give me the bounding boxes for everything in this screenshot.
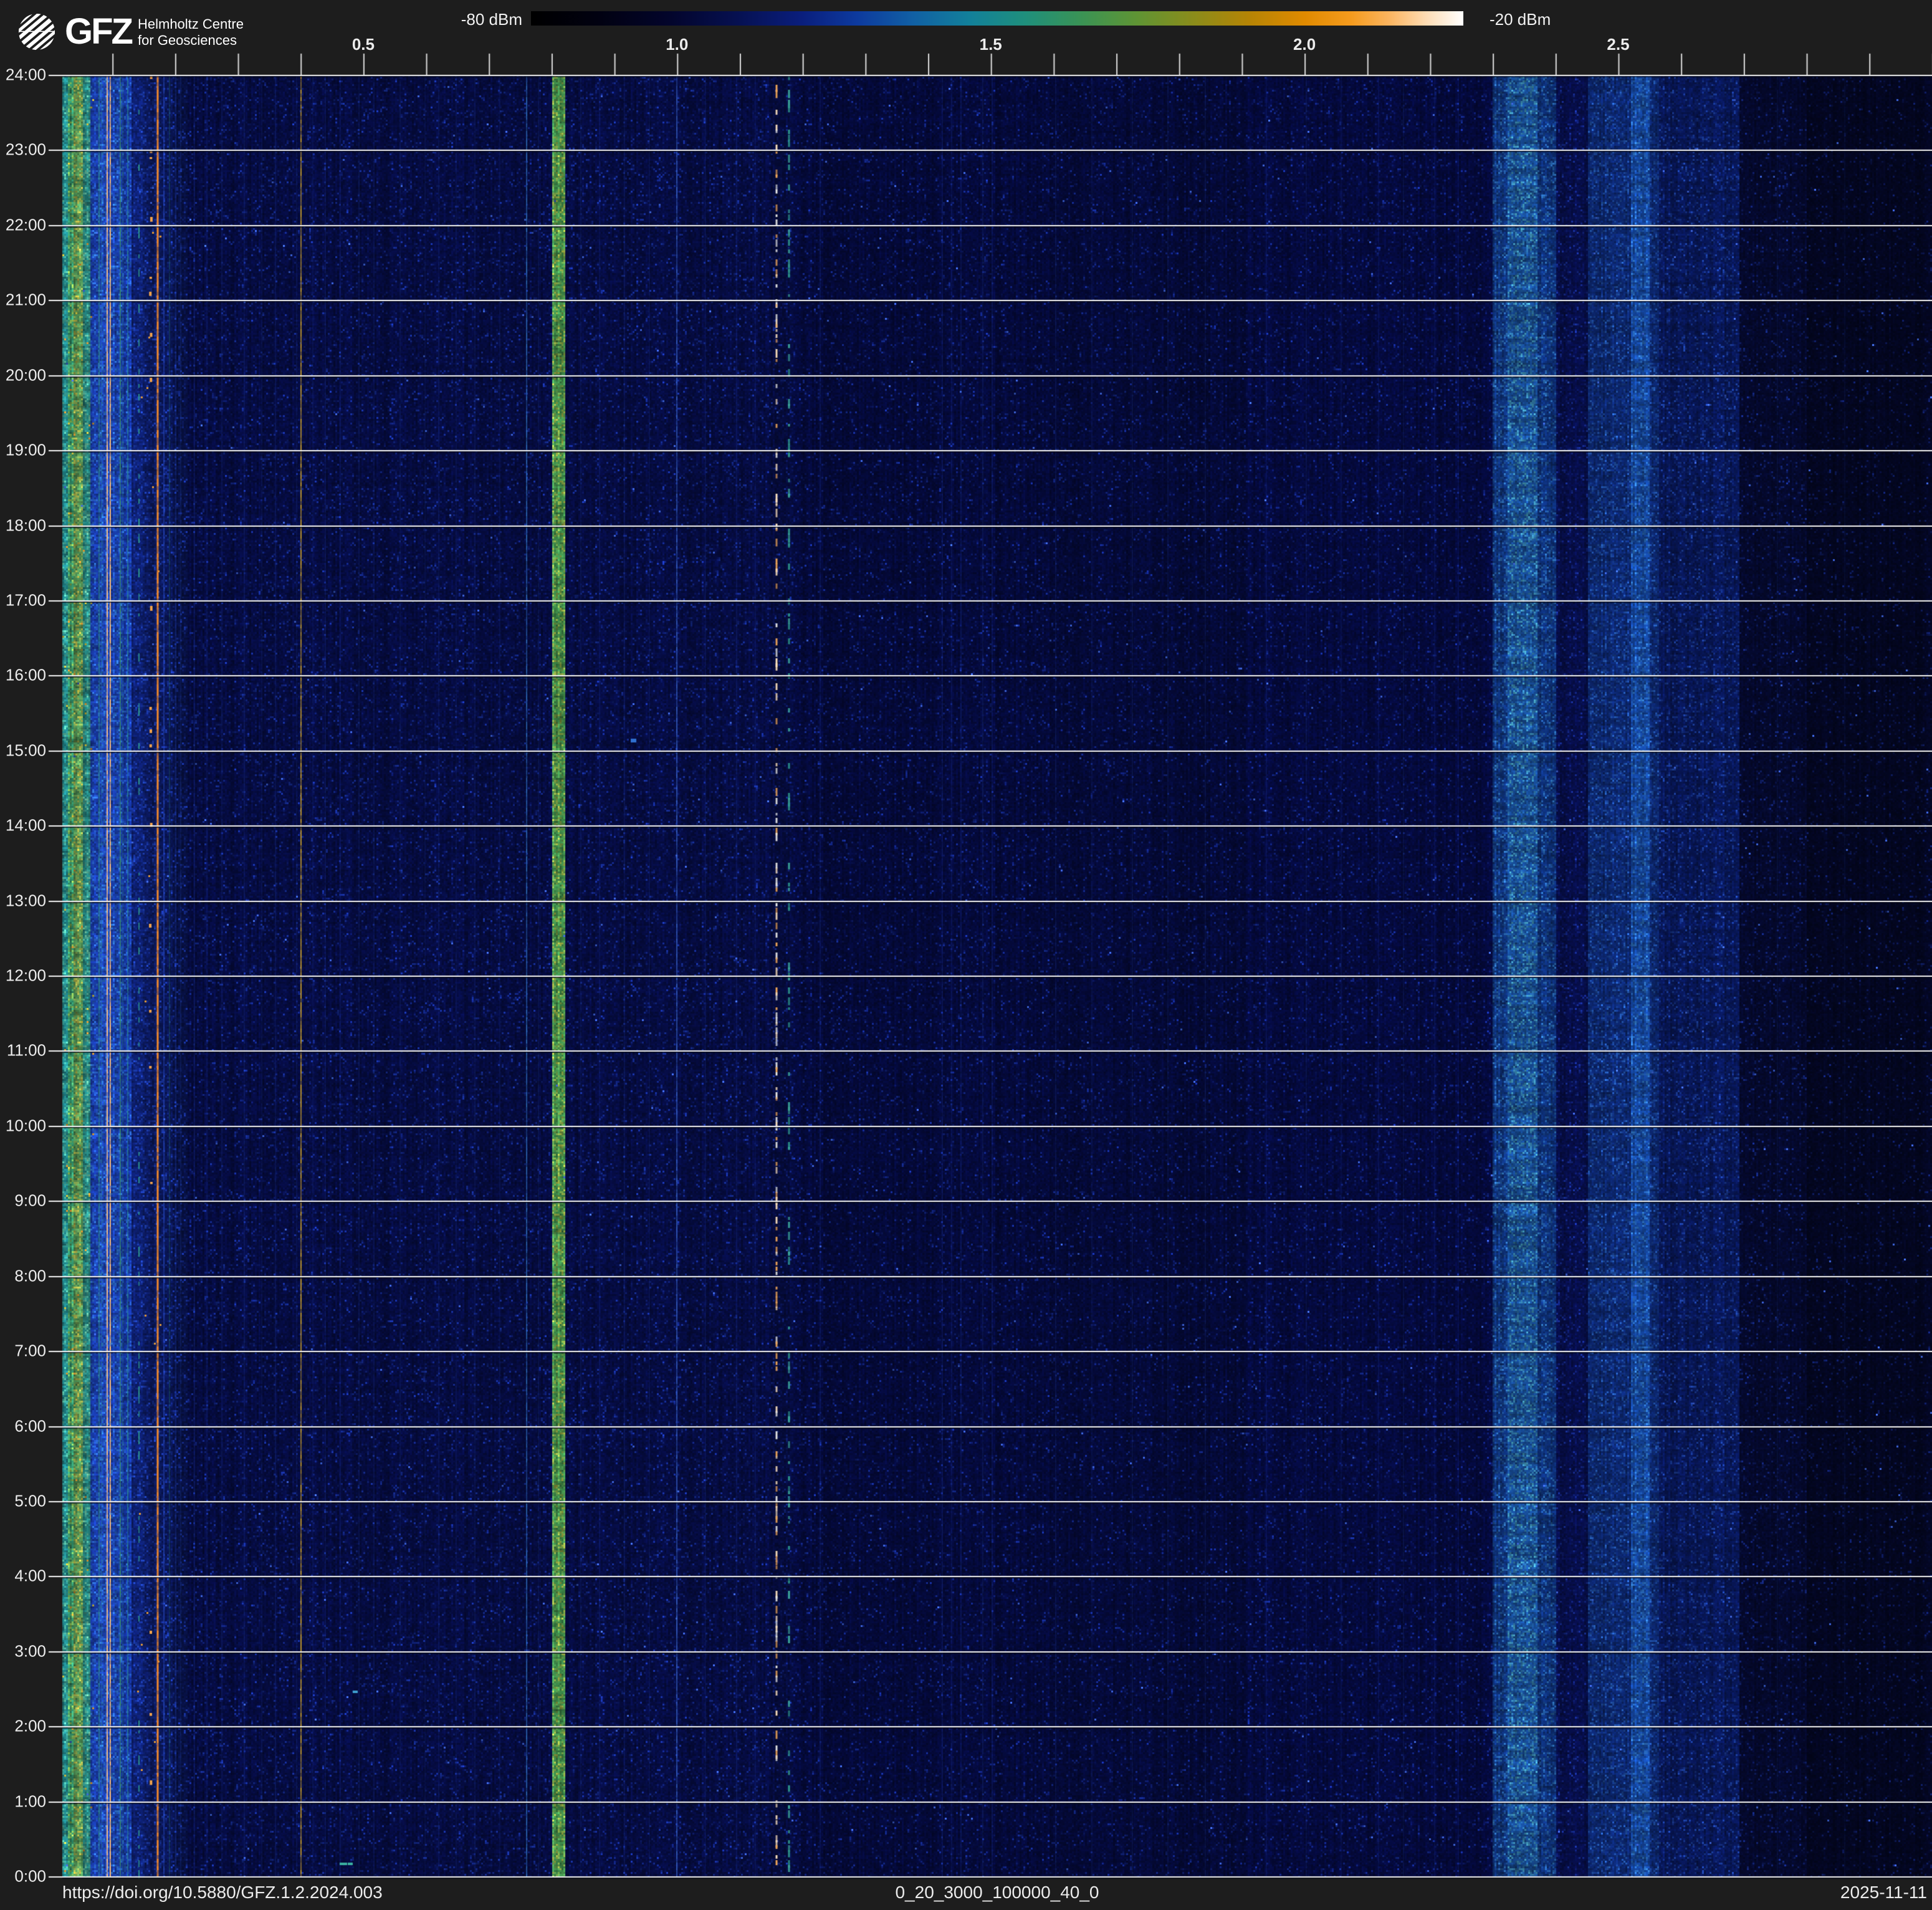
institute-line1: Helmholtz Centre (138, 16, 244, 32)
gfz-wordmark: GFZ (65, 14, 132, 50)
x-tick-label: 2.0 (1293, 35, 1316, 54)
gfz-logo: GFZ Helmholtz Centre for Geosciences (17, 12, 244, 51)
time-tick-label: 15:00 (6, 741, 46, 760)
time-tick-label: 10:00 (6, 1116, 46, 1135)
time-tick-label: 6:00 (14, 1416, 46, 1436)
doi-text: https://doi.org/10.5880/GFZ.1.2.2024.003 (62, 1883, 383, 1903)
x-tick-label: 0.5 (352, 35, 375, 54)
time-tick-label: 1:00 (14, 1792, 46, 1811)
x-tick-label: 1.5 (980, 35, 1002, 54)
time-tick-label: 9:00 (14, 1191, 46, 1211)
time-tick-label: 2:00 (14, 1717, 46, 1736)
colorbar-gradient (531, 11, 1463, 26)
time-tick-label: 23:00 (6, 140, 46, 160)
time-tick-label: 17:00 (6, 590, 46, 610)
time-tick-label: 12:00 (6, 966, 46, 986)
time-tick-label: 21:00 (6, 290, 46, 310)
time-tick-label: 18:00 (6, 516, 46, 535)
gfz-globe-icon (17, 12, 56, 51)
time-tick-label: 13:00 (6, 891, 46, 910)
spectrogram-canvas (0, 0, 1932, 1910)
colorbar-max-label: -20 dBm (1490, 10, 1551, 29)
time-tick-label: 22:00 (6, 215, 46, 234)
time-tick-label: 0:00 (14, 1867, 46, 1886)
x-tick-label: 2.5 (1607, 35, 1629, 54)
institute-line2: for Geosciences (138, 32, 244, 49)
institute-name: Helmholtz Centre for Geosciences (138, 16, 244, 49)
time-tick-label: 5:00 (14, 1491, 46, 1510)
colorbar-min-label: -80 dBm (461, 10, 522, 29)
spectrogram-page: GFZ Helmholtz Centre for Geosciences -80… (0, 0, 1932, 1910)
measurement-params-text: 0_20_3000_100000_40_0 (895, 1883, 1099, 1903)
time-tick-label: 19:00 (6, 441, 46, 460)
time-tick-label: 8:00 (14, 1266, 46, 1285)
time-tick-label: 3:00 (14, 1641, 46, 1661)
time-tick-label: 24:00 (6, 65, 46, 85)
time-tick-label: 4:00 (14, 1567, 46, 1586)
time-tick-label: 14:00 (6, 816, 46, 835)
time-tick-label: 16:00 (6, 666, 46, 685)
x-tick-label: 1.0 (666, 35, 688, 54)
date-text: 2025-11-11 (1840, 1883, 1927, 1903)
time-tick-label: 11:00 (7, 1041, 46, 1060)
time-tick-label: 7:00 (14, 1341, 46, 1361)
time-tick-label: 20:00 (6, 365, 46, 385)
